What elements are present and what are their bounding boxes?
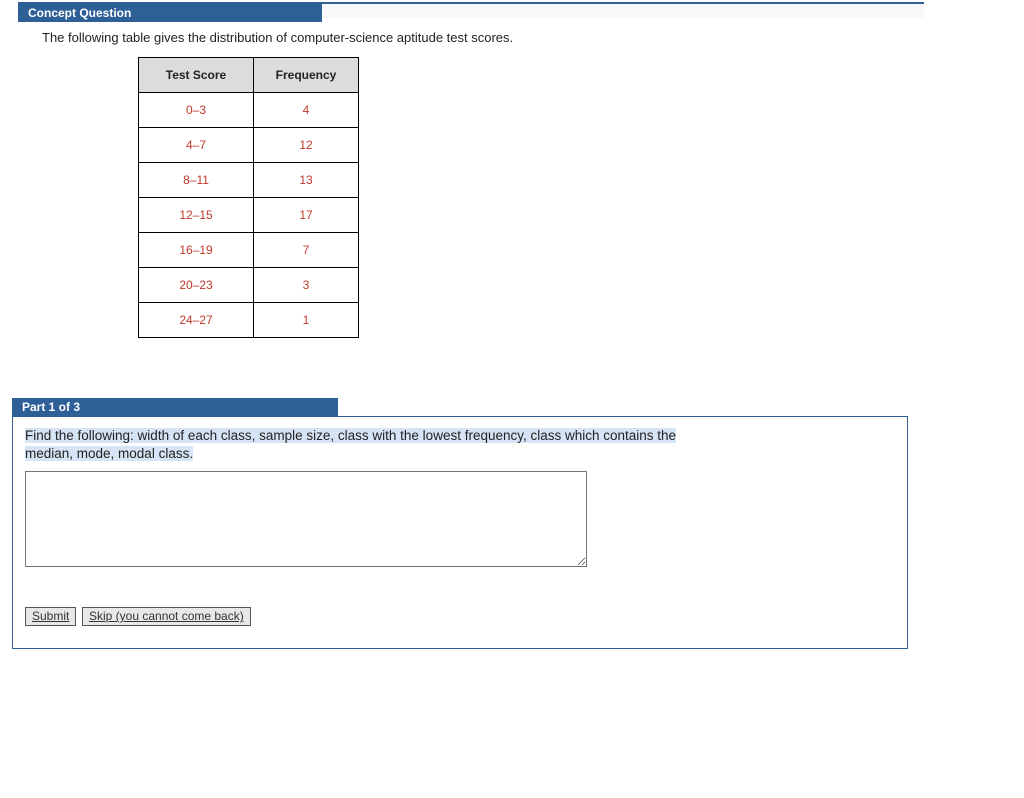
submit-button[interactable]: Submit <box>25 607 76 626</box>
button-row: Submit Skip (you cannot come back) <box>25 607 895 626</box>
table-header-score: Test Score <box>139 58 254 93</box>
skip-button[interactable]: Skip (you cannot come back) <box>82 607 251 626</box>
concept-question-header: Concept Question <box>18 4 322 22</box>
table-row: 16–19 7 <box>139 233 359 268</box>
frequency-table: Test Score Frequency 0–3 4 4–7 12 8–11 1… <box>138 57 359 338</box>
table-row: 8–11 13 <box>139 163 359 198</box>
table-row: 20–23 3 <box>139 268 359 303</box>
section-divider: Concept Question <box>18 2 924 18</box>
table-header-freq: Frequency <box>254 58 359 93</box>
instruction-text: Find the following: width of each class,… <box>25 427 895 463</box>
answer-textarea[interactable] <box>25 471 587 567</box>
table-row: 0–3 4 <box>139 93 359 128</box>
part-box: Find the following: width of each class,… <box>12 416 908 649</box>
intro-text: The following table gives the distributi… <box>42 30 1024 45</box>
table-row: 12–15 17 <box>139 198 359 233</box>
part-header: Part 1 of 3 <box>12 398 338 416</box>
table-row: 24–27 1 <box>139 303 359 338</box>
table-row: 4–7 12 <box>139 128 359 163</box>
